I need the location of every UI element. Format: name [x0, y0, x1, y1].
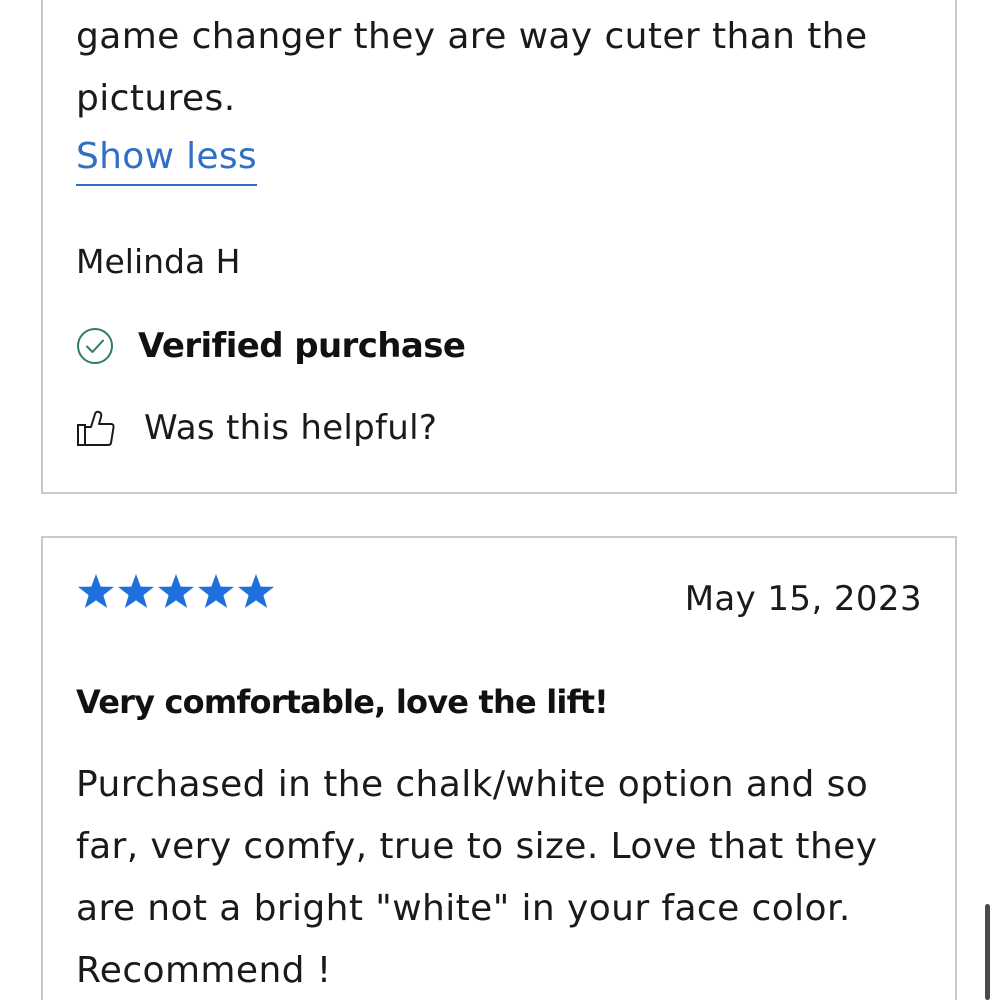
star-icon: [116, 572, 156, 612]
reviews-page: game changer they are way cuter than the…: [0, 0, 1000, 1000]
star-icon: [196, 572, 236, 612]
reviewer-name: Melinda H: [76, 242, 241, 281]
helpful-button[interactable]: Was this helpful?: [76, 404, 437, 452]
review-body: game changer they are way cuter than the…: [76, 16, 868, 119]
verified-purchase-badge: Verified purchase: [76, 324, 466, 368]
star-icon: [156, 572, 196, 612]
review-card: game changer they are way cuter than the…: [41, 0, 957, 494]
thumbs-up-icon: [76, 408, 116, 448]
check-circle-icon: [76, 327, 114, 365]
scrollbar[interactable]: [985, 904, 990, 1000]
star-icon: [236, 572, 276, 612]
review-date: May 15, 2023: [684, 579, 922, 619]
verified-purchase-label: Verified purchase: [138, 326, 466, 366]
show-less-link[interactable]: Show less: [76, 134, 257, 186]
star-icon: [76, 572, 116, 612]
review-card: May 15, 2023 Very comfortable, love the …: [41, 536, 957, 1000]
star-rating: [76, 572, 276, 612]
review-title: Very comfortable, love the lift!: [76, 683, 609, 721]
review-body: Purchased in the chalk/white option and …: [76, 764, 878, 991]
helpful-label: Was this helpful?: [144, 408, 438, 448]
